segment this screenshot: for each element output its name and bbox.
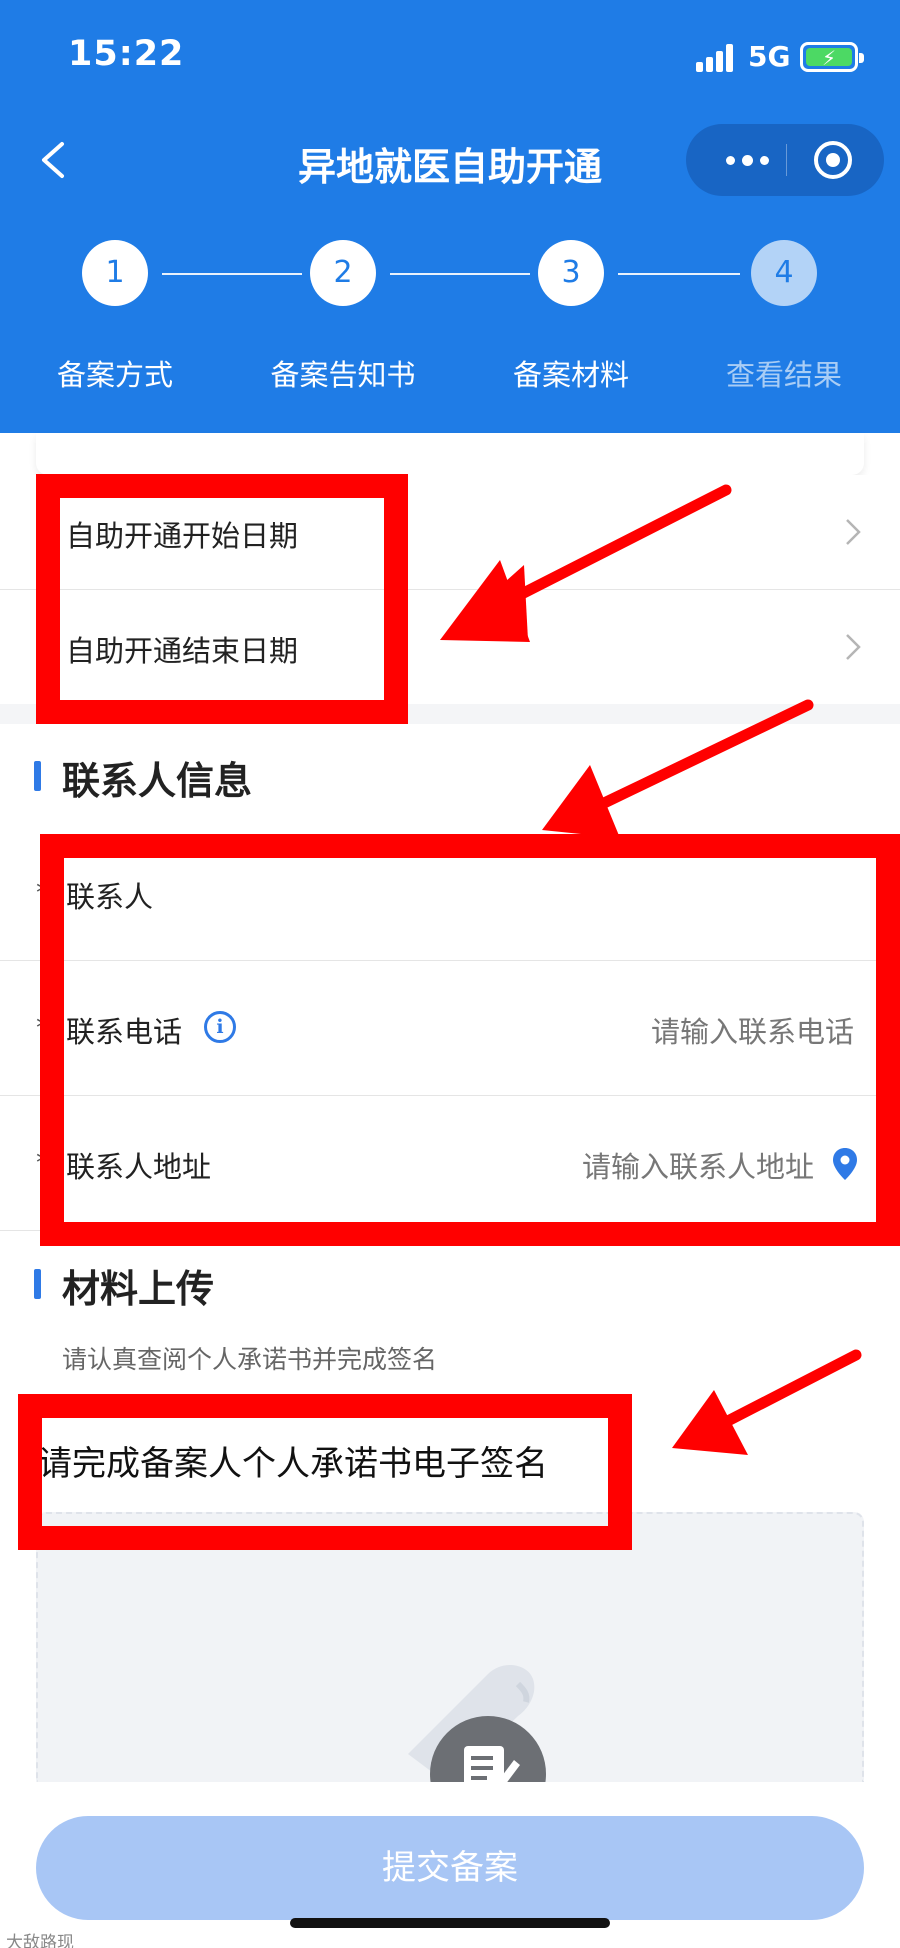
step-4-circle: 4 [751, 240, 817, 306]
contact-section-title: 联系人信息 [62, 759, 253, 803]
watermark: 大敌路现 [6, 1933, 74, 1948]
home-indicator[interactable] [290, 1918, 610, 1928]
status-time: 15:22 [68, 34, 185, 74]
annotation-box-contact [40, 834, 900, 1246]
step-connector [618, 273, 740, 275]
chevron-right-icon [846, 519, 861, 545]
annotation-arrow [672, 1349, 862, 1455]
battery-icon: ⚡ [800, 42, 864, 72]
section-accent-bar [34, 1269, 41, 1299]
close-miniprogram-icon[interactable] [814, 141, 852, 179]
signature-pen-icon [408, 1665, 546, 1782]
progress-stepper: 1 2 3 4 备案方式 备案告知书 备案材料 查看结果 [0, 240, 900, 410]
step-4-label: 查看结果 [725, 358, 842, 392]
network-label: 5G [748, 40, 791, 73]
status-bar: 15:22 5G ⚡ [0, 0, 900, 110]
step-connector [390, 273, 530, 275]
step-connector [162, 273, 302, 275]
upload-section-title: 材料上传 [62, 1267, 215, 1311]
miniprogram-capsule [686, 124, 884, 196]
submit-button[interactable]: 提交备案 [36, 1816, 864, 1920]
step-1-circle: 1 [82, 240, 148, 306]
signal-icon [696, 44, 740, 72]
previous-card-edge [36, 433, 864, 475]
annotation-box-dates [36, 474, 408, 724]
step-1-label: 备案方式 [56, 358, 173, 392]
step-2-label: 备案告知书 [270, 358, 416, 392]
upload-hint: 请认真查阅个人承诺书并完成签名 [62, 1345, 438, 1374]
step-2-circle: 2 [310, 240, 376, 306]
nav-bar: 异地就医自助开通 [0, 110, 900, 210]
bottom-bar: 提交备案 大敌路现 [0, 1782, 900, 1948]
section-accent-bar [34, 761, 41, 791]
step-3-circle: 3 [538, 240, 604, 306]
annotation-arrow [542, 699, 814, 838]
annotation-box-signature [18, 1394, 632, 1550]
step-3-label: 备案材料 [512, 358, 629, 392]
signature-area[interactable] [36, 1512, 864, 1782]
more-icon[interactable] [712, 124, 782, 196]
chevron-right-icon [846, 634, 861, 660]
